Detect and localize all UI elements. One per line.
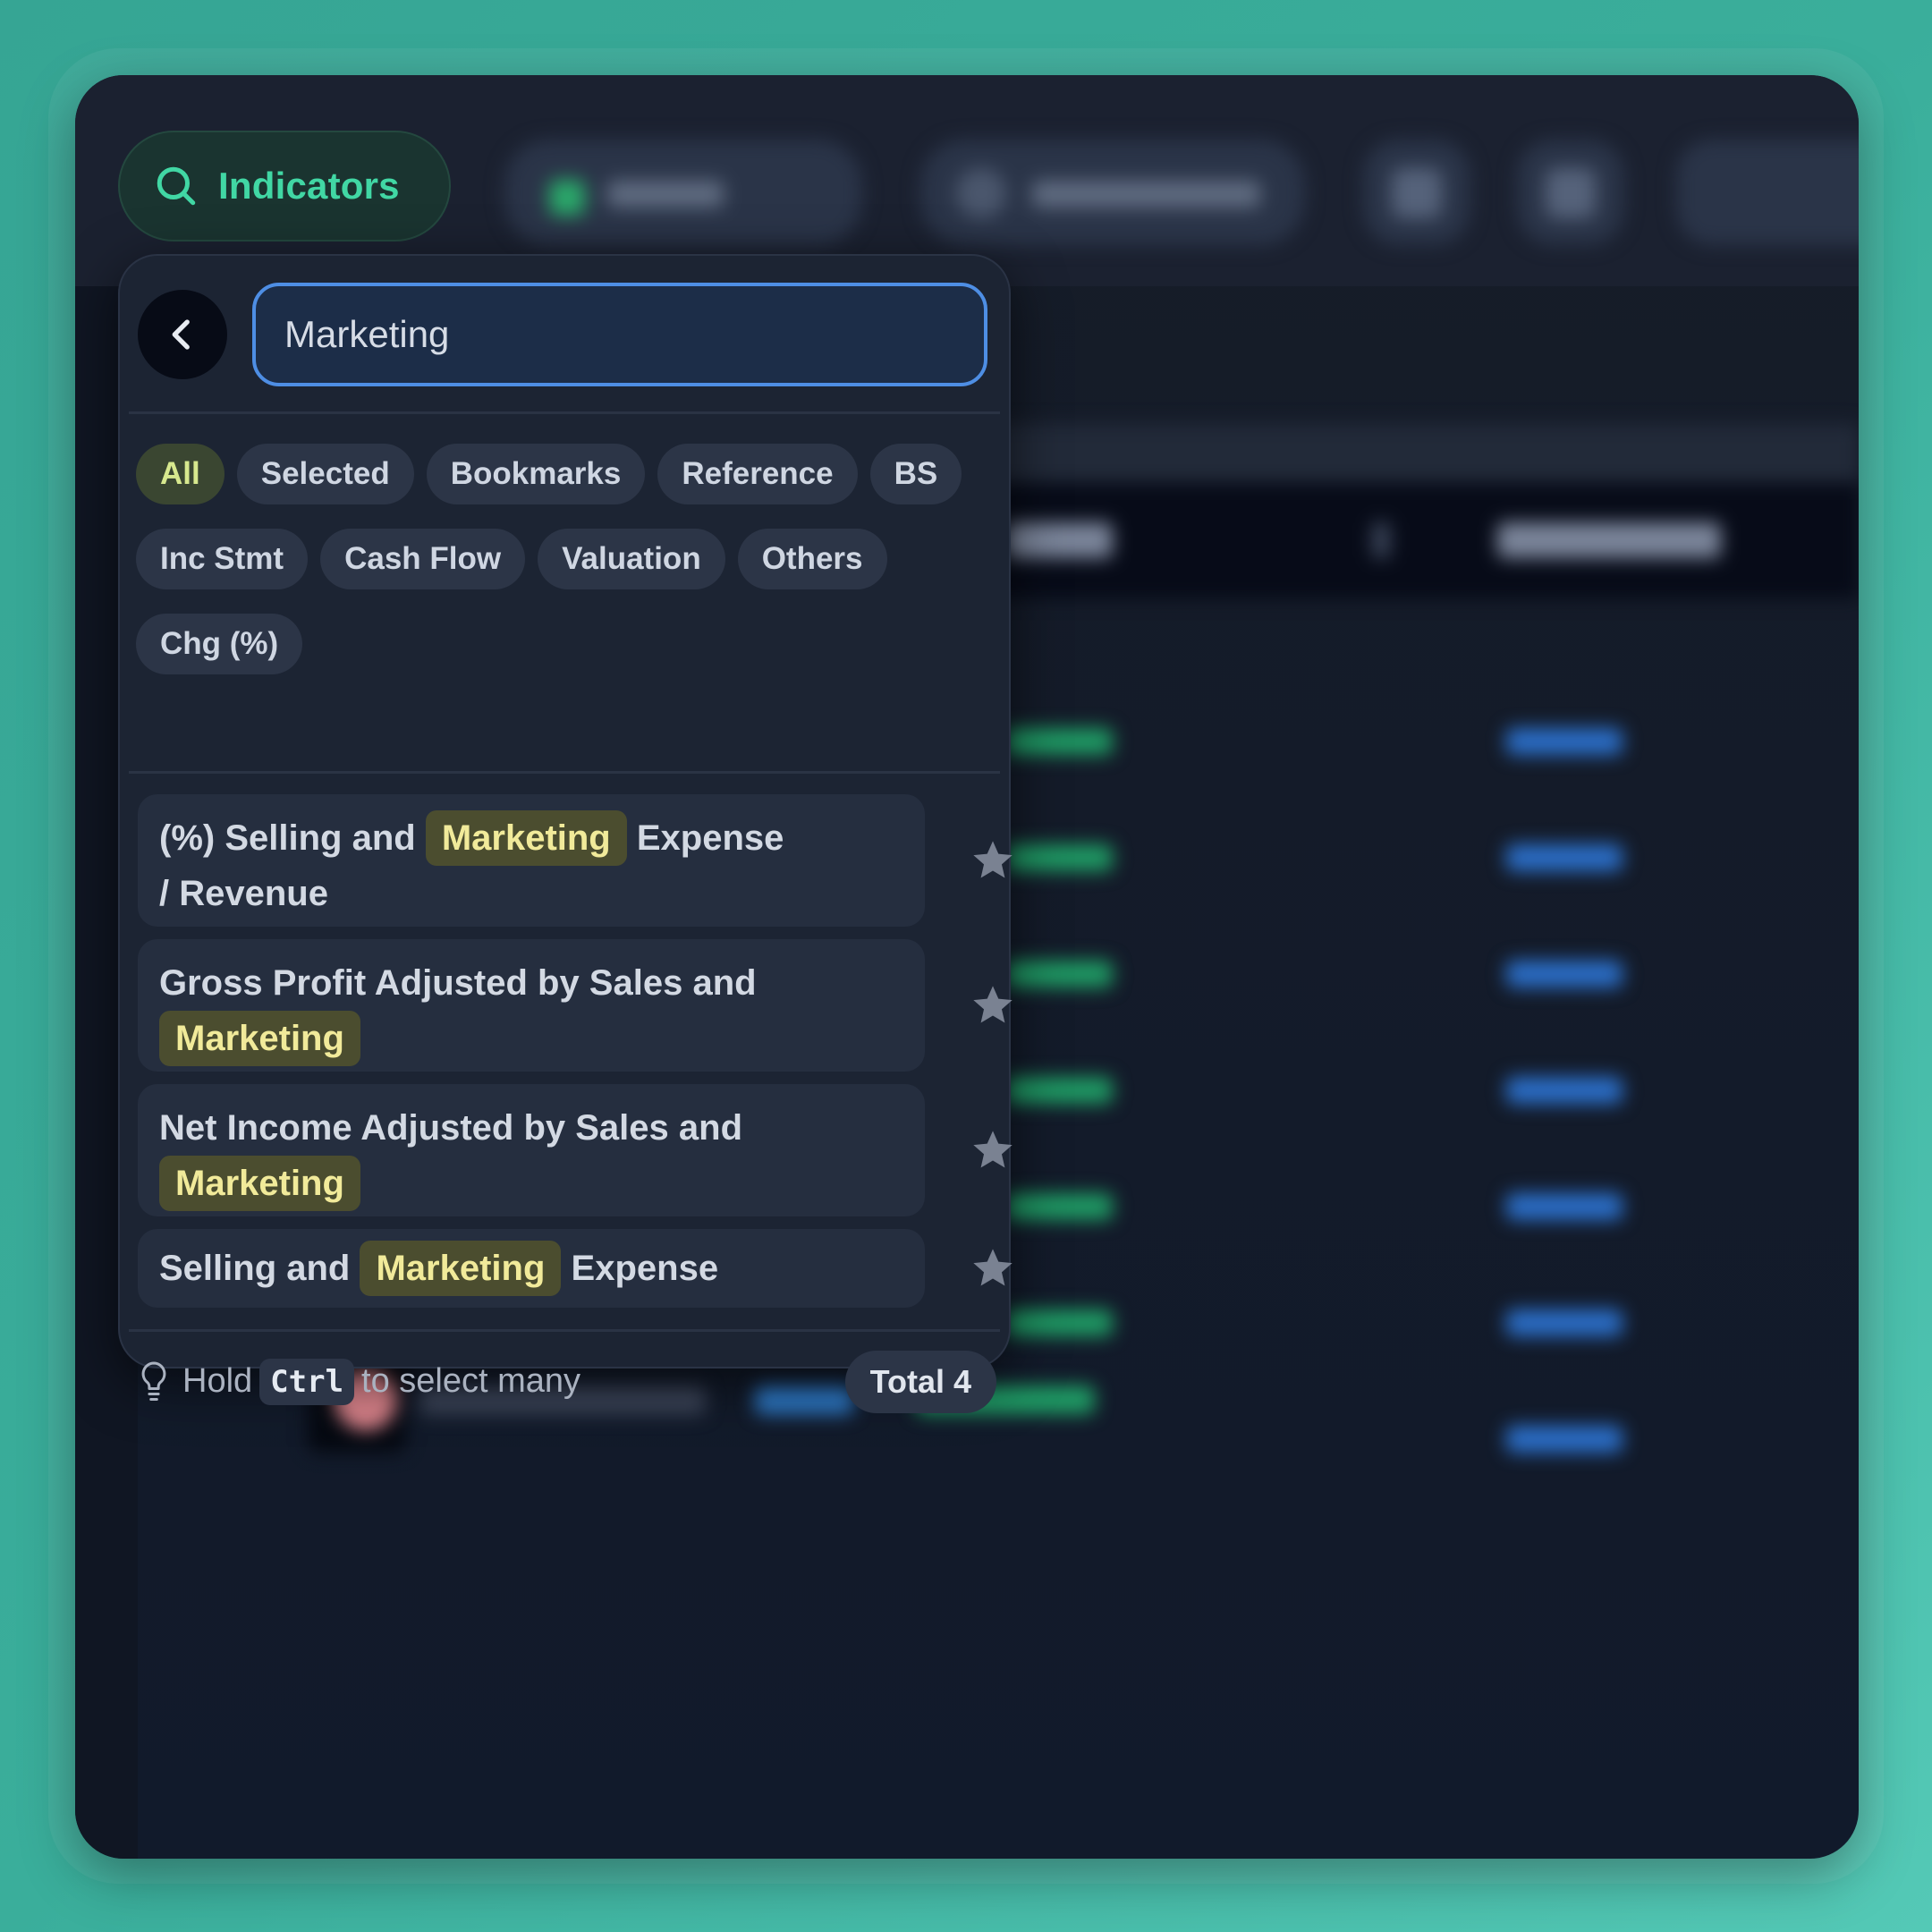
star-icon[interactable]: [970, 837, 1016, 884]
result-highlight: Marketing: [159, 1156, 360, 1211]
back-button[interactable]: [138, 290, 227, 379]
result-text: Expense: [571, 1249, 719, 1288]
filter-chip-bs[interactable]: BS: [869, 444, 962, 504]
ctrl-key: Ctrl: [259, 1359, 355, 1405]
filter-chip-others[interactable]: Others: [737, 529, 887, 589]
blurred-toolbar-button: [1676, 140, 1859, 245]
hint-text: Hold Ctrl to select many: [182, 1359, 580, 1405]
filter-chip-cash-flow[interactable]: Cash Flow: [320, 529, 526, 589]
filter-chip-selected[interactable]: Selected: [236, 444, 414, 504]
filter-chip-chg-pct[interactable]: Chg (%): [136, 614, 303, 674]
app-window: Indicators All Selected Bookmarks Refere…: [75, 75, 1859, 1859]
filter-chip-inc-stmt[interactable]: Inc Stmt: [136, 529, 309, 589]
blurred-toolbar-button: [1363, 140, 1470, 245]
filter-chip-all[interactable]: All: [136, 444, 225, 504]
blurred-toolbar-button: [920, 140, 1305, 245]
search-field[interactable]: [252, 283, 987, 386]
indicators-button[interactable]: Indicators: [118, 131, 451, 242]
result-item[interactable]: Net Income Adjusted by Sales and Marketi…: [138, 1084, 925, 1216]
filter-chip-valuation[interactable]: Valuation: [538, 529, 725, 589]
hint-text-pre: Hold: [182, 1362, 253, 1400]
star-icon[interactable]: [970, 1245, 1016, 1292]
indicators-label: Indicators: [218, 165, 400, 207]
result-text: Gross Profit Adjusted by Sales and: [159, 963, 757, 1003]
result-item[interactable]: (%) Selling and Marketing Expense / Reve…: [138, 794, 925, 927]
result-text: Selling and: [159, 1249, 351, 1288]
blurred-toolbar-button: [1517, 140, 1624, 245]
total-badge: Total 4: [844, 1351, 996, 1413]
result-item[interactable]: Selling and Marketing Expense: [138, 1229, 925, 1308]
filter-chips: All Selected Bookmarks Reference BS Inc …: [136, 444, 1004, 699]
result-highlight: Marketing: [425, 810, 627, 866]
result-highlight: Marketing: [360, 1241, 562, 1296]
filter-chip-reference[interactable]: Reference: [657, 444, 858, 504]
result-text: / Revenue: [159, 874, 328, 913]
star-icon[interactable]: [970, 982, 1016, 1029]
result-text: Net Income Adjusted by Sales and: [159, 1108, 743, 1148]
result-highlight: Marketing: [159, 1011, 360, 1066]
panel-footer: Hold Ctrl to select many Total 4: [138, 1351, 996, 1413]
result-text: Expense: [636, 818, 784, 858]
divider: [129, 411, 1000, 414]
indicators-panel: All Selected Bookmarks Reference BS Inc …: [118, 254, 1013, 1413]
search-input[interactable]: [284, 313, 984, 356]
result-item[interactable]: Gross Profit Adjusted by Sales and Marke…: [138, 939, 925, 1072]
divider: [129, 1329, 1000, 1332]
blurred-toolbar-button: [504, 140, 862, 245]
filter-chip-bookmarks[interactable]: Bookmarks: [426, 444, 646, 504]
result-text: (%) Selling and: [159, 818, 416, 858]
chevron-left-icon: [172, 319, 190, 350]
search-icon: [157, 166, 196, 206]
divider: [129, 771, 1000, 774]
lightbulb-icon: [141, 1361, 166, 1401]
star-icon[interactable]: [970, 1127, 1016, 1174]
hint-text-post: to select many: [361, 1362, 581, 1400]
